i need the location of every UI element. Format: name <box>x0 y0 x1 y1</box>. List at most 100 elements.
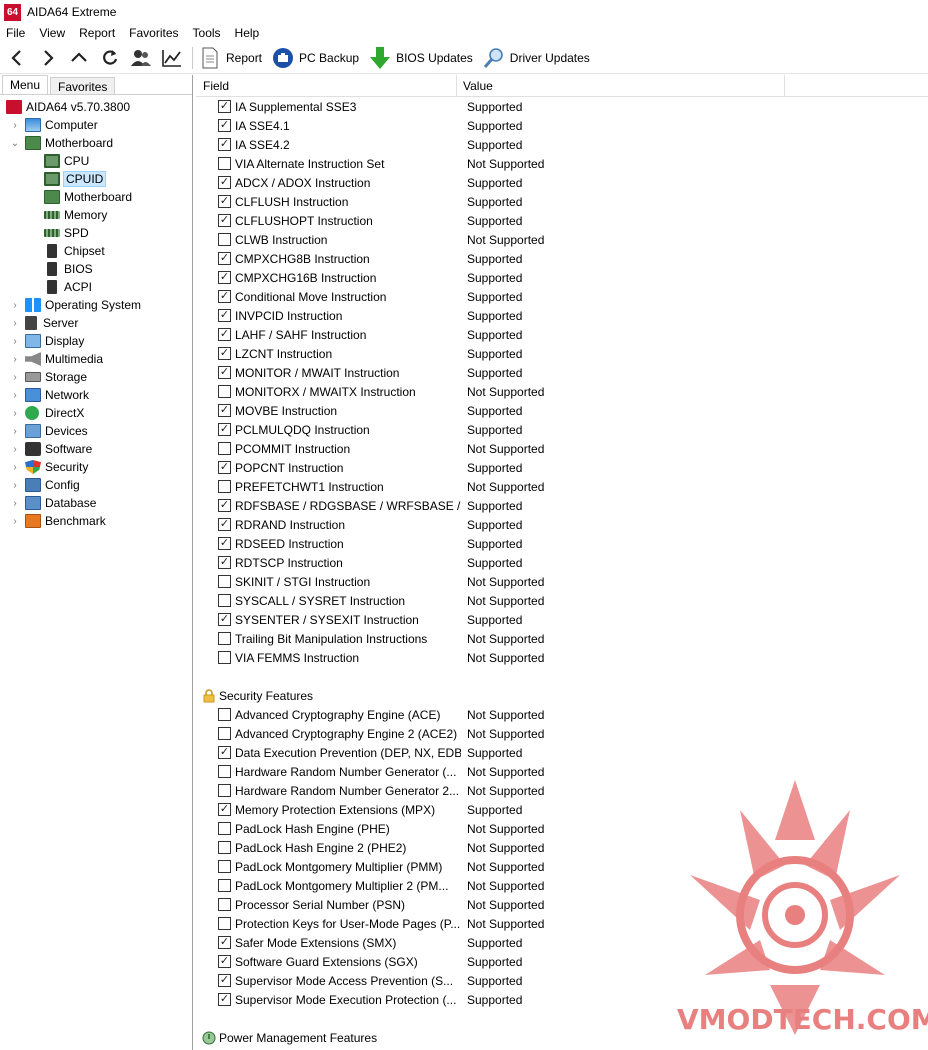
table-row[interactable]: Advanced Cryptography Engine (ACE) Not Su… <box>196 705 928 724</box>
table-row[interactable]: ✓ Conditional Move Instruction Supported <box>196 287 928 306</box>
table-row[interactable]: VIA Alternate Instruction Set Not Support… <box>196 154 928 173</box>
chevron-right-icon[interactable]: › <box>9 480 21 491</box>
table-row[interactable]: ✓ INVPCID Instruction Supported <box>196 306 928 325</box>
table-row[interactable]: Trailing Bit Manipulation Instructions No… <box>196 629 928 648</box>
table-row[interactable]: PadLock Hash Engine (PHE) Not Supported <box>196 819 928 838</box>
table-row[interactable]: Protection Keys for User-Mode Pages (P..… <box>196 914 928 933</box>
table-row[interactable]: Advanced Cryptography Engine 2 (ACE2) Not… <box>196 724 928 743</box>
tree-item-benchmark[interactable]: › Benchmark <box>0 512 192 530</box>
chevron-right-icon[interactable]: › <box>9 300 21 311</box>
column-header-field[interactable]: Field <box>196 75 457 97</box>
table-row[interactable]: ✓ MONITOR / MWAIT Instruction Supported <box>196 363 928 382</box>
chart-icon[interactable] <box>158 44 186 72</box>
menu-report[interactable]: Report <box>72 26 122 40</box>
tree-item-server[interactable]: › Server <box>0 314 192 332</box>
tree-item-config[interactable]: › Config <box>0 476 192 494</box>
tree-item-acpi[interactable]: ACPI <box>0 278 192 296</box>
up-icon[interactable] <box>65 44 93 72</box>
table-row[interactable]: Hardware Random Number Generator (... Not… <box>196 762 928 781</box>
table-row[interactable]: ✓ CLFLUSHOPT Instruction Supported <box>196 211 928 230</box>
chevron-right-icon[interactable]: › <box>9 426 21 437</box>
chevron-down-icon[interactable]: ⌄ <box>9 138 21 149</box>
menu-view[interactable]: View <box>32 26 72 40</box>
users-icon[interactable] <box>127 44 155 72</box>
table-row[interactable]: ✓ CMPXCHG8B Instruction Supported <box>196 249 928 268</box>
tree-item-memory[interactable]: Memory <box>0 206 192 224</box>
tree-item-motherboard-sub[interactable]: Motherboard <box>0 188 192 206</box>
table-row[interactable]: Processor Serial Number (PSN) Not Support… <box>196 895 928 914</box>
chevron-right-icon[interactable]: › <box>9 372 21 383</box>
chevron-right-icon[interactable]: › <box>9 462 21 473</box>
menu-tools[interactable]: Tools <box>186 26 228 40</box>
tree-item-computer[interactable]: › Computer <box>0 116 192 134</box>
tree-item-cpuid[interactable]: CPUID <box>0 170 192 188</box>
table-row[interactable]: PCOMMIT Instruction Not Supported <box>196 439 928 458</box>
chevron-right-icon[interactable]: › <box>9 444 21 455</box>
tree-item-network[interactable]: › Network <box>0 386 192 404</box>
table-row[interactable]: ✓ Software Guard Extensions (SGX) Supporte… <box>196 952 928 971</box>
table-row[interactable]: ✓ IA SSE4.2 Supported <box>196 135 928 154</box>
table-row[interactable]: PREFETCHWT1 Instruction Not Supported <box>196 477 928 496</box>
table-row[interactable]: SKINIT / STGI Instruction Not Supported <box>196 572 928 591</box>
tree-item-chipset[interactable]: Chipset <box>0 242 192 260</box>
tree-item-storage[interactable]: › Storage <box>0 368 192 386</box>
bios-updates-button[interactable]: BIOS Updates <box>369 44 473 72</box>
table-row[interactable]: ✓ LZCNT Instruction Supported <box>196 344 928 363</box>
table-row[interactable]: SYSCALL / SYSRET Instruction Not Supporte… <box>196 591 928 610</box>
back-icon[interactable] <box>3 44 31 72</box>
chevron-right-icon[interactable]: › <box>9 390 21 401</box>
table-row[interactable]: ✓ RDSEED Instruction Supported <box>196 534 928 553</box>
report-button[interactable]: Report <box>199 44 262 72</box>
table-row[interactable]: ✓ CMPXCHG16B Instruction Supported <box>196 268 928 287</box>
table-row[interactable]: ✓ IA Supplemental SSE3 Supported <box>196 97 928 116</box>
tree-item-directx[interactable]: › DirectX <box>0 404 192 422</box>
table-row[interactable]: ✓ RDRAND Instruction Supported <box>196 515 928 534</box>
refresh-icon[interactable] <box>96 44 124 72</box>
chevron-right-icon[interactable]: › <box>9 498 21 509</box>
table-row[interactable]: PadLock Hash Engine 2 (PHE2) Not Supporte… <box>196 838 928 857</box>
table-row[interactable]: ✓ Memory Protection Extensions (MPX) Suppo… <box>196 800 928 819</box>
table-row[interactable]: ✓ Data Execution Prevention (DEP, NX, EDB… <box>196 743 928 762</box>
table-row[interactable]: CLWB Instruction Not Supported <box>196 230 928 249</box>
table-row[interactable]: ✓ Supervisor Mode Access Prevention (S...… <box>196 971 928 990</box>
tree-root[interactable]: AIDA64 v5.70.3800 <box>0 98 192 116</box>
table-row[interactable]: PadLock Montgomery Multiplier (PMM) Not S… <box>196 857 928 876</box>
tree-item-motherboard[interactable]: ⌄ Motherboard <box>0 134 192 152</box>
menu-file[interactable]: File <box>0 26 32 40</box>
table-row[interactable]: PadLock Montgomery Multiplier 2 (PM... No… <box>196 876 928 895</box>
table-row[interactable]: ✓ RDFSBASE / RDGSBASE / WRFSBASE / W... Su… <box>196 496 928 515</box>
tree-item-display[interactable]: › Display <box>0 332 192 350</box>
table-row[interactable]: ✓ RDTSCP Instruction Supported <box>196 553 928 572</box>
table-row[interactable]: VIA FEMMS Instruction Not Supported <box>196 648 928 667</box>
chevron-right-icon[interactable]: › <box>9 516 21 527</box>
tree-item-cpu[interactable]: CPU <box>0 152 192 170</box>
column-header-value[interactable]: Value <box>457 75 785 97</box>
driver-updates-button[interactable]: Driver Updates <box>483 44 590 72</box>
tree-item-bios[interactable]: BIOS <box>0 260 192 278</box>
tree-item-security[interactable]: › Security <box>0 458 192 476</box>
chevron-right-icon[interactable]: › <box>9 354 21 365</box>
chevron-right-icon[interactable]: › <box>9 318 21 329</box>
table-row[interactable]: ✓ PCLMULQDQ Instruction Supported <box>196 420 928 439</box>
table-row[interactable]: ✓ IA SSE4.1 Supported <box>196 116 928 135</box>
table-row[interactable]: ✓ MOVBE Instruction Supported <box>196 401 928 420</box>
tree-item-multimedia[interactable]: › Multimedia <box>0 350 192 368</box>
chevron-right-icon[interactable]: › <box>9 336 21 347</box>
menu-help[interactable]: Help <box>228 26 267 40</box>
tree-item-database[interactable]: › Database <box>0 494 192 512</box>
table-row[interactable]: ✓ CLFLUSH Instruction Supported <box>196 192 928 211</box>
tree-item-spd[interactable]: SPD <box>0 224 192 242</box>
tree-item-software[interactable]: › Software <box>0 440 192 458</box>
tab-favorites[interactable]: Favorites <box>50 77 116 94</box>
table-row[interactable]: ✓ SYSENTER / SYSEXIT Instruction Supported <box>196 610 928 629</box>
table-row[interactable]: MONITORX / MWAITX Instruction Not Support… <box>196 382 928 401</box>
tree-item-operating-system[interactable]: › Operating System <box>0 296 192 314</box>
table-row[interactable]: ✓ POPCNT Instruction Supported <box>196 458 928 477</box>
chevron-right-icon[interactable]: › <box>9 408 21 419</box>
tab-menu[interactable]: Menu <box>2 75 49 94</box>
table-row[interactable]: ✓ Safer Mode Extensions (SMX) Supported <box>196 933 928 952</box>
pc-backup-button[interactable]: PC Backup <box>272 44 359 72</box>
chevron-right-icon[interactable]: › <box>9 120 21 131</box>
table-row[interactable]: ✓ ADCX / ADOX Instruction Supported <box>196 173 928 192</box>
table-row[interactable]: ✓ LAHF / SAHF Instruction Supported <box>196 325 928 344</box>
